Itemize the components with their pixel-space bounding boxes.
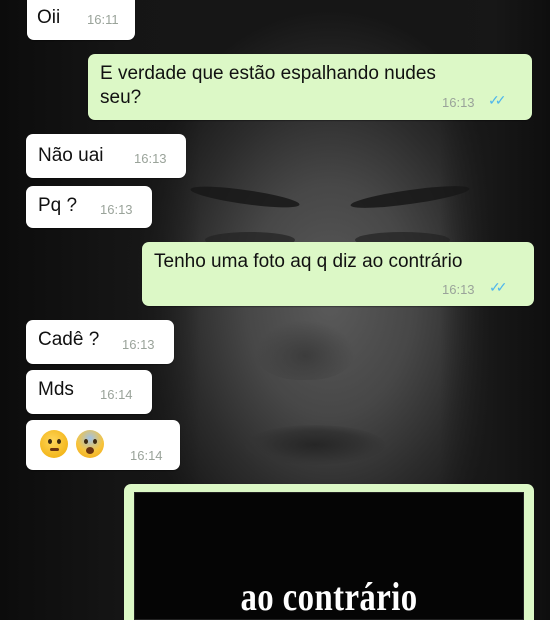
- message-timestamp: 16:13: [122, 337, 155, 352]
- image-caption-text: ao contrário: [240, 574, 418, 619]
- read-ticks-icon: ✓✓: [489, 279, 508, 295]
- message-timestamp: 16:13: [134, 151, 167, 166]
- message-bubble-outgoing[interactable]: E verdade que estão espalhando nudes seu…: [88, 54, 532, 120]
- message-bubble-incoming[interactable]: Não uai 16:13: [26, 134, 186, 178]
- message-bubble-incoming[interactable]: Mds 16:14: [26, 370, 152, 414]
- message-timestamp: 16:13: [442, 95, 475, 110]
- message-timestamp: 16:14: [100, 387, 133, 402]
- message-bubble-incoming[interactable]: Oii 16:11: [27, 0, 135, 40]
- message-text-line2: seu?: [100, 87, 142, 108]
- message-timestamp: 16:11: [87, 12, 119, 27]
- message-text: Não uai: [38, 145, 104, 166]
- thinking-face-icon: [40, 430, 68, 458]
- image-attachment[interactable]: ao contrário: [134, 492, 524, 620]
- face-screaming-in-fear-icon: [76, 430, 104, 458]
- message-bubble-incoming[interactable]: Pq ? 16:13: [26, 186, 152, 228]
- message-text: Oii: [37, 7, 61, 28]
- message-text: Mds: [38, 379, 74, 400]
- message-timestamp: 16:13: [100, 202, 133, 217]
- message-timestamp: 16:14: [130, 448, 163, 463]
- message-text: Tenho uma foto aq q diz ao contrário: [154, 251, 463, 272]
- message-bubble-outgoing[interactable]: Tenho uma foto aq q diz ao contrário 16:…: [142, 242, 534, 306]
- message-timestamp: 16:13: [442, 282, 475, 297]
- background-photo-lips: [245, 425, 385, 465]
- background-photo-nose: [255, 320, 355, 380]
- message-text: Pq ?: [38, 195, 78, 216]
- image-message-bubble[interactable]: ao contrário: [124, 484, 534, 620]
- read-ticks-icon: ✓✓: [488, 92, 507, 108]
- message-text-line1: E verdade que estão espalhando nudes: [100, 63, 436, 84]
- message-text: Cadê ?: [38, 329, 100, 350]
- message-bubble-incoming[interactable]: Cadê ? 16:13: [26, 320, 174, 364]
